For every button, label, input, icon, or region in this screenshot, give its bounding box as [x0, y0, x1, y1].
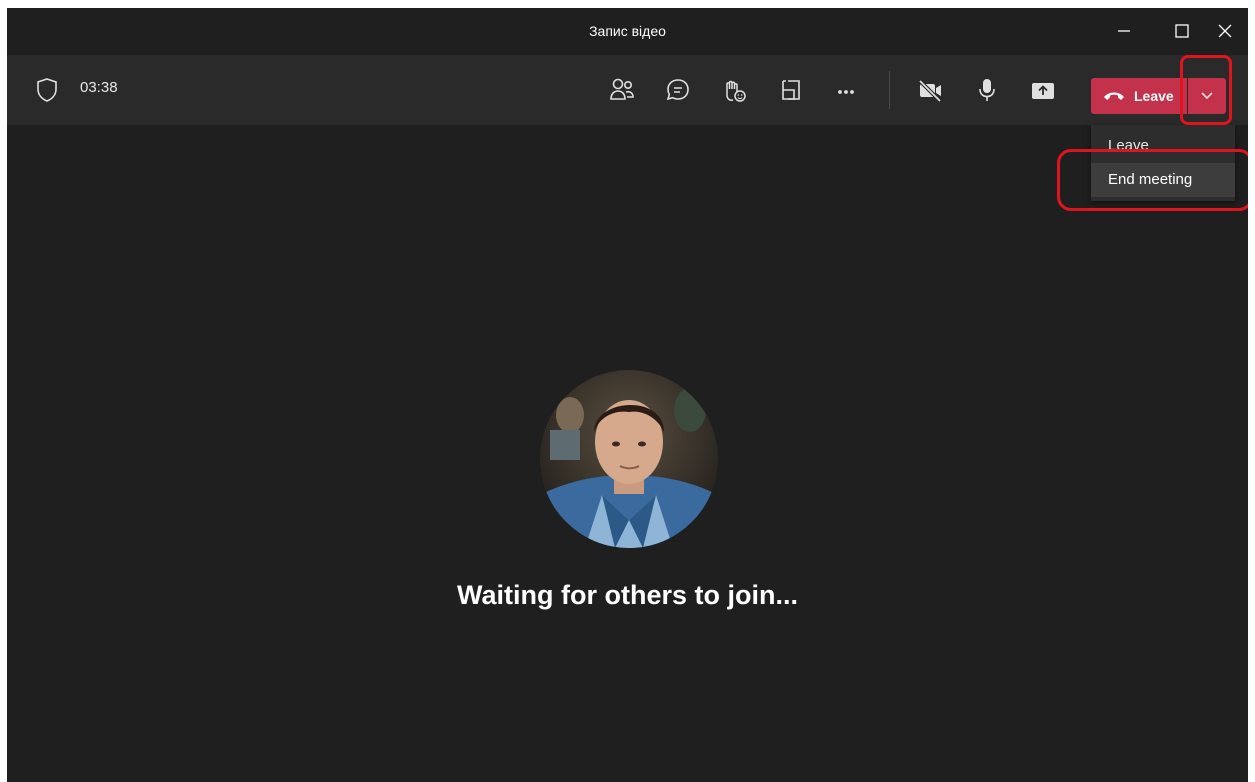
meeting-window: Запис відео 03:38 Leave Leave End meetin… — [7, 8, 1248, 782]
waiting-status-text: Waiting for others to join... — [457, 580, 798, 610]
chevron-down-icon — [1201, 92, 1213, 99]
menu-item-leave[interactable]: Leave — [1091, 129, 1235, 163]
microphone-icon[interactable] — [972, 75, 1002, 105]
toolbar-divider — [889, 71, 890, 109]
people-icon[interactable] — [607, 75, 637, 105]
rooms-icon[interactable] — [776, 75, 806, 105]
title-bar: Запис відео — [7, 8, 1248, 55]
leave-button[interactable]: Leave — [1091, 78, 1187, 114]
leave-menu: Leave End meeting — [1091, 125, 1235, 201]
chat-icon[interactable] — [663, 75, 693, 105]
avatar — [540, 370, 718, 548]
meeting-timer: 03:38 — [80, 79, 118, 96]
window-title: Запис відео — [589, 23, 666, 39]
raise-hand-icon[interactable] — [719, 75, 749, 105]
camera-off-icon[interactable] — [915, 75, 945, 105]
menu-item-end-meeting[interactable]: End meeting — [1091, 163, 1235, 197]
meeting-toolbar: 03:38 Leave — [7, 55, 1248, 125]
shield-icon[interactable] — [35, 77, 59, 103]
share-icon[interactable] — [1028, 75, 1058, 105]
more-icon[interactable] — [831, 75, 861, 105]
phone-hangup-icon — [1104, 92, 1124, 100]
close-icon[interactable] — [1214, 20, 1236, 42]
leave-options-button[interactable] — [1188, 78, 1226, 114]
minimize-icon[interactable] — [1113, 20, 1135, 42]
maximize-icon[interactable] — [1171, 20, 1193, 42]
leave-button-label: Leave — [1134, 88, 1174, 104]
